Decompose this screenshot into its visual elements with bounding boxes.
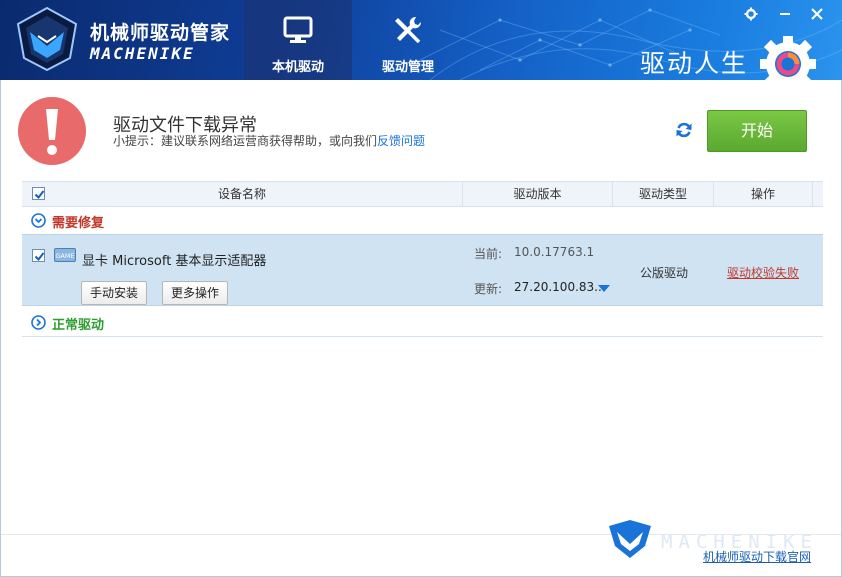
- tab-label: 本机驱动: [271, 60, 324, 75]
- minimize-icon: [780, 13, 790, 15]
- svg-text:GAME: GAME: [55, 252, 74, 260]
- column-spacer: [813, 182, 823, 206]
- game-gpu-icon: GAME: [54, 248, 76, 262]
- manual-install-button[interactable]: 手动安装: [81, 281, 148, 305]
- version-dropdown-icon[interactable]: [598, 285, 610, 293]
- tools-icon: [395, 16, 422, 44]
- monitor-icon: [283, 16, 313, 43]
- gear-badge-icon: [760, 36, 816, 80]
- settings-button[interactable]: [740, 3, 762, 25]
- gear-icon: [744, 7, 758, 21]
- alert-tip-text: 小提示：建议联系网络运营商获得帮助，或向我们: [113, 134, 378, 148]
- update-version-label: 更新:: [474, 282, 503, 296]
- start-button[interactable]: 开始: [707, 110, 807, 152]
- refresh-icon[interactable]: [675, 121, 693, 139]
- app-brand: MACHENIKE: [90, 44, 195, 63]
- checkmark-icon: [34, 252, 45, 262]
- official-site-link[interactable]: 机械师驱动下载官网: [703, 548, 811, 565]
- machenike-footer-logo-icon: [609, 520, 651, 558]
- feedback-link[interactable]: 反馈问题: [377, 134, 425, 148]
- divider: [22, 336, 823, 337]
- slogan: 驱动人生: [640, 49, 749, 78]
- exclamation-alert-icon: [18, 97, 86, 165]
- app-title: 机械师驱动管家: [90, 22, 231, 44]
- column-driver-version: 驱动版本: [463, 182, 613, 206]
- close-icon: [811, 8, 823, 20]
- group-label: 需要修复: [52, 216, 105, 231]
- driver-type: 公版驱动: [640, 266, 689, 280]
- driver-row: GAME 显卡 Microsoft 基本显示适配器 手动安装 更多操作 当前: …: [22, 234, 823, 306]
- table-header: 设备名称 驱动版本 驱动类型 操作: [22, 181, 823, 207]
- minimize-button[interactable]: [774, 3, 796, 25]
- verify-failed-link[interactable]: 驱动校验失败: [727, 264, 799, 281]
- driver-checkbox[interactable]: [32, 249, 45, 262]
- chevron-right-icon: [31, 315, 46, 330]
- column-driver-type: 驱动类型: [613, 182, 714, 206]
- title-bar: 机械师驱动管家 MACHENIKE 本机驱动 驱动管理 驱动人生: [0, 0, 842, 80]
- current-version-label: 当前:: [474, 247, 503, 261]
- group-label: 正常驱动: [52, 318, 105, 333]
- select-all-checkbox[interactable]: [32, 187, 45, 200]
- more-actions-button[interactable]: 更多操作: [162, 281, 229, 305]
- alert-tip: 小提示：建议联系网络运营商获得帮助，或向我们反馈问题: [113, 132, 425, 149]
- tab-driver-management[interactable]: 驱动管理: [354, 0, 462, 80]
- tab-label: 驱动管理: [381, 60, 434, 75]
- main-panel: 驱动文件下载异常 小提示：建议联系网络运营商获得帮助，或向我们反馈问题 开始 设…: [0, 80, 842, 577]
- checkmark-icon: [34, 190, 45, 200]
- close-button[interactable]: [806, 3, 828, 25]
- column-device-name: 设备名称: [22, 182, 463, 206]
- current-version: 10.0.17763.1: [514, 245, 595, 259]
- machenike-logo-icon: [16, 6, 78, 72]
- column-action: 操作: [714, 182, 813, 206]
- device-name: 显卡 Microsoft 基本显示适配器: [82, 254, 267, 269]
- chevron-down-icon: [31, 213, 46, 228]
- tab-local-drivers[interactable]: 本机驱动: [244, 0, 352, 80]
- update-version: 27.20.100.83...: [514, 280, 606, 294]
- column-label: 设备名称: [217, 187, 266, 201]
